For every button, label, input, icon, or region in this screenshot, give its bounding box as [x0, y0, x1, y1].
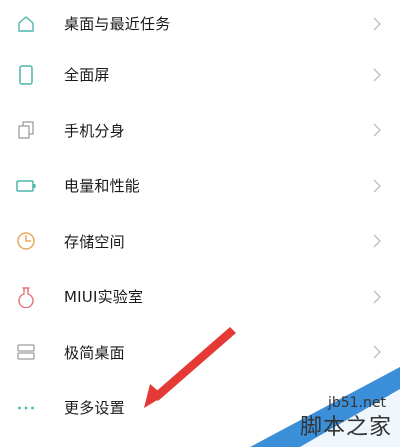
settings-item-label: MIUI实验室 — [64, 288, 144, 307]
settings-item-desktop-recent-tasks[interactable]: 桌面与最近任务 — [0, 0, 400, 47]
settings-item-second-space[interactable]: 手机分身 — [0, 103, 400, 159]
settings-item-storage[interactable]: 存储空间 — [0, 214, 400, 270]
minimal-desktop-icon — [16, 342, 36, 362]
chevron-right-icon — [373, 179, 381, 193]
phone-icon — [16, 65, 36, 85]
chevron-right-icon — [373, 68, 381, 82]
settings-item-label: 全面屏 — [64, 66, 110, 85]
watermark-name: 脚本之家 — [299, 415, 392, 440]
more-dots-icon — [16, 398, 36, 418]
settings-item-label: 存储空间 — [64, 232, 125, 251]
chevron-right-icon — [373, 123, 381, 137]
settings-item-battery-performance[interactable]: 电量和性能 — [0, 158, 400, 214]
storage-pie-icon — [16, 231, 36, 251]
settings-item-label: 极简桌面 — [64, 343, 125, 362]
battery-icon — [16, 176, 36, 196]
settings-item-label: 桌面与最近任务 — [64, 15, 171, 33]
chevron-right-icon — [373, 345, 381, 359]
home-icon — [16, 14, 36, 34]
chevron-right-icon — [373, 290, 381, 304]
flask-icon — [16, 287, 36, 308]
chevron-right-icon — [373, 17, 381, 30]
settings-item-miui-lab[interactable]: MIUI实验室 — [0, 269, 400, 325]
settings-item-label: 更多设置 — [64, 399, 125, 418]
settings-item-label: 电量和性能 — [64, 177, 141, 196]
clone-icon — [16, 120, 36, 140]
chevron-right-icon — [373, 234, 381, 248]
watermark: jb51.net 脚本之家 — [240, 367, 400, 447]
settings-item-label: 手机分身 — [64, 121, 125, 140]
settings-item-fullscreen[interactable]: 全面屏 — [0, 47, 400, 103]
